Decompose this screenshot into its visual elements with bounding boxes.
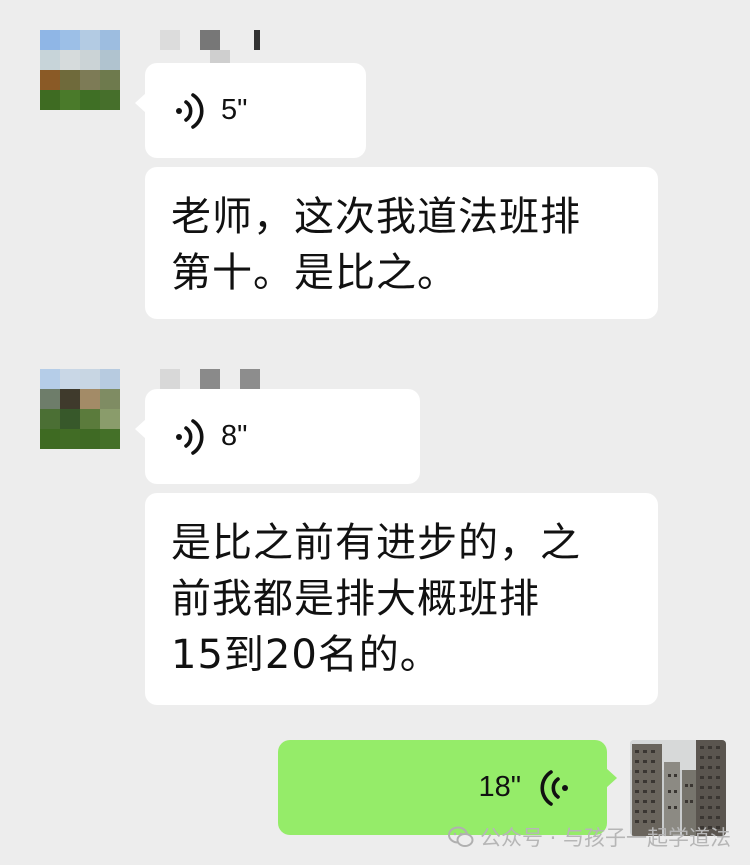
message-text: 老师，这次我道法班排 第十。是比之。 — [171, 194, 581, 296]
text-message-bubble[interactable]: 是比之前有进步的，之 前我都是排大概班排 15到20名的。 — [145, 493, 658, 705]
voice-message-bubble[interactable]: 5" — [135, 63, 366, 158]
message-text: 是比之前有进步的，之 前我都是排大概班排 15到20名的。 — [171, 520, 581, 678]
voice-duration: 18" — [478, 771, 521, 803]
voice-wave-icon — [540, 769, 568, 806]
voice-message[interactable]: 5" — [145, 63, 366, 158]
wechat-official-account-icon — [448, 826, 474, 847]
contact-nickname — [160, 30, 260, 50]
voice-message-bubble-outgoing[interactable]: 18" — [278, 740, 617, 835]
voice-wave-icon — [176, 92, 204, 129]
contact-avatar[interactable] — [40, 30, 120, 110]
watermark: 公众号 · 与孩子一起学道法 — [448, 822, 731, 852]
text-message-bubble[interactable]: 老师，这次我道法班排 第十。是比之。 — [145, 167, 658, 319]
voice-message-bubble[interactable]: 8" — [135, 389, 420, 484]
voice-duration: 8" — [221, 420, 248, 452]
watermark-text: 公众号 · 与孩子一起学道法 — [480, 826, 732, 850]
contact-nickname — [160, 369, 260, 389]
contact-avatar[interactable] — [40, 369, 120, 449]
voice-duration: 5" — [221, 94, 248, 126]
voice-wave-icon — [176, 418, 204, 455]
voice-message[interactable]: 18" — [278, 740, 607, 835]
voice-message[interactable]: 8" — [145, 389, 420, 484]
